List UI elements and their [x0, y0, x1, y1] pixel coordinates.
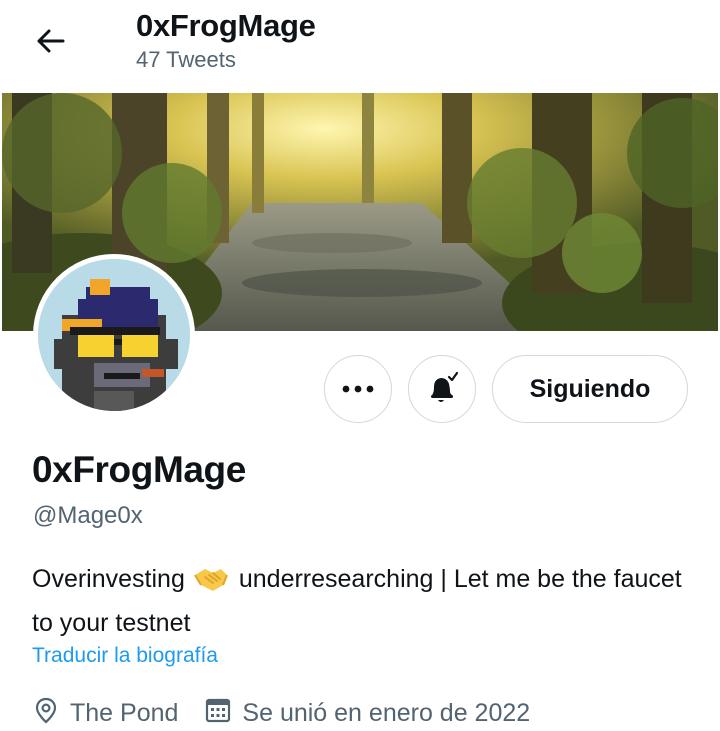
- bio: Overinvesting underresearching | Let me …: [32, 560, 692, 642]
- calendar-icon: [204, 696, 232, 731]
- joined-date-text: Se unió en enero de 2022: [242, 699, 531, 727]
- profile-meta: The Pond Se unió en enero de 2022: [32, 696, 530, 731]
- display-name: 0xFrogMage: [32, 449, 246, 490]
- bio-text-part1: Overinvesting: [32, 565, 185, 593]
- more-options-button[interactable]: [324, 355, 392, 423]
- back-arrow-icon: [37, 29, 65, 53]
- tweet-count: 47 Tweets: [136, 47, 236, 72]
- location-text: The Pond: [70, 699, 179, 727]
- following-button[interactable]: Siguiendo: [492, 355, 688, 423]
- avatar[interactable]: [33, 254, 195, 416]
- pixel-ape-avatar-image: [38, 259, 190, 411]
- translate-bio-link[interactable]: Traducir la biografía: [32, 644, 218, 668]
- location-icon: [32, 696, 60, 731]
- back-button[interactable]: [30, 24, 70, 58]
- handshake-emoji-icon: [193, 565, 229, 604]
- user-handle: @Mage0x: [33, 502, 143, 529]
- header-title: 0xFrogMage: [136, 8, 316, 43]
- notifications-button[interactable]: [408, 355, 476, 423]
- profile-header-bar: 0xFrogMage 47 Tweets: [0, 0, 720, 92]
- bell-subscribed-icon: [431, 371, 459, 402]
- more-icon: [342, 385, 374, 393]
